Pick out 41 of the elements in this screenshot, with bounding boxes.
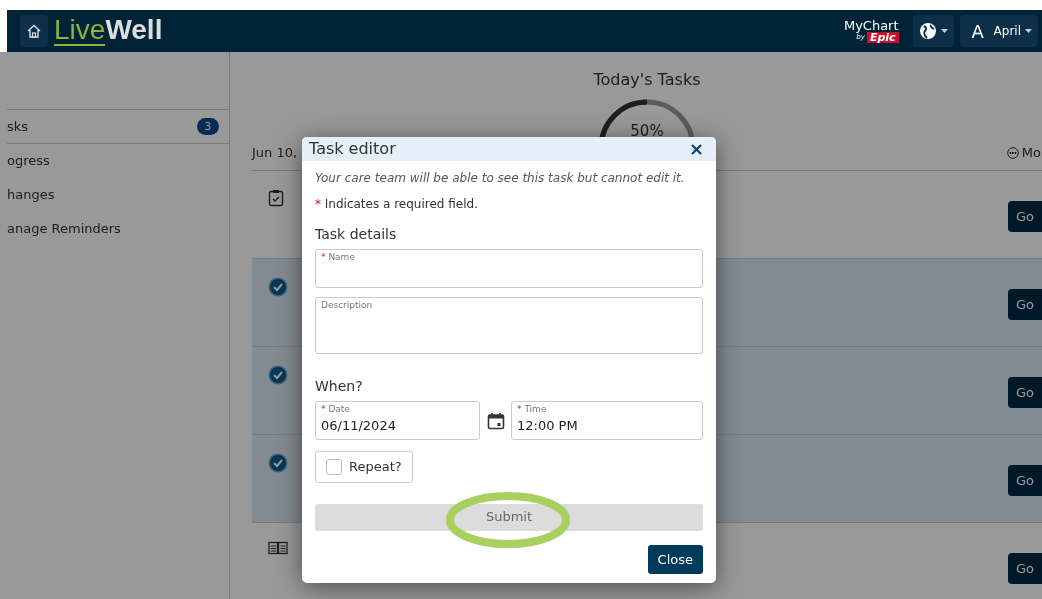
progress-percent: 50% — [629, 121, 665, 142]
caret-icon — [1025, 29, 1032, 33]
clipboard-check-icon — [268, 188, 284, 207]
app-logo: LiveWell — [54, 16, 163, 46]
calendar-icon — [486, 411, 505, 430]
date-heading: Jun 10, — [252, 144, 298, 162]
go-button[interactable]: Go — [1007, 288, 1042, 320]
sidebar-item[interactable]: anage Reminders — [7, 218, 121, 239]
check-circle-icon — [268, 276, 288, 297]
sidebar-item[interactable]: hanges — [7, 184, 55, 205]
progress-title: Today's Tasks — [592, 69, 702, 91]
home-icon — [26, 23, 42, 39]
check-circle-icon — [268, 364, 288, 385]
sidebar-item[interactable]: ogress — [7, 150, 50, 171]
go-button[interactable]: Go — [1007, 200, 1042, 232]
more-options-link[interactable]: Mo — [1005, 142, 1042, 164]
caret-icon — [940, 29, 948, 33]
home-button[interactable] — [20, 15, 48, 47]
language-button[interactable] — [912, 15, 954, 47]
time-field[interactable]: * Time 12:00 PM — [511, 401, 703, 440]
date-field[interactable]: * Date 06/11/2024 — [315, 401, 480, 440]
count-badge: 3 — [196, 118, 219, 135]
go-button[interactable]: Go — [1007, 464, 1042, 496]
globe-icon — [918, 22, 937, 40]
required-note: * Indicates a required field. — [315, 196, 479, 213]
description-field[interactable]: Description — [315, 297, 703, 354]
section-heading: Task details — [315, 225, 398, 244]
user-menu-button[interactable]: A April — [959, 15, 1038, 47]
close-button[interactable]: Close — [647, 544, 703, 574]
name-field[interactable]: * Name — [315, 249, 703, 288]
go-button[interactable]: Go — [1007, 552, 1042, 584]
info-note: Your care team will be able to see this task but cannot edit it. — [315, 170, 686, 187]
dialog-title: Task editor — [309, 138, 396, 160]
book-icon — [268, 540, 288, 555]
section-heading: When? — [315, 377, 364, 396]
close-button[interactable]: × — [684, 140, 708, 158]
go-button[interactable]: Go — [1007, 376, 1042, 408]
sidebar-item[interactable]: sks — [7, 116, 29, 137]
repeat-checkbox[interactable]: Repeat? — [315, 451, 413, 483]
check-circle-icon — [268, 452, 288, 473]
more-icon — [1006, 146, 1019, 159]
